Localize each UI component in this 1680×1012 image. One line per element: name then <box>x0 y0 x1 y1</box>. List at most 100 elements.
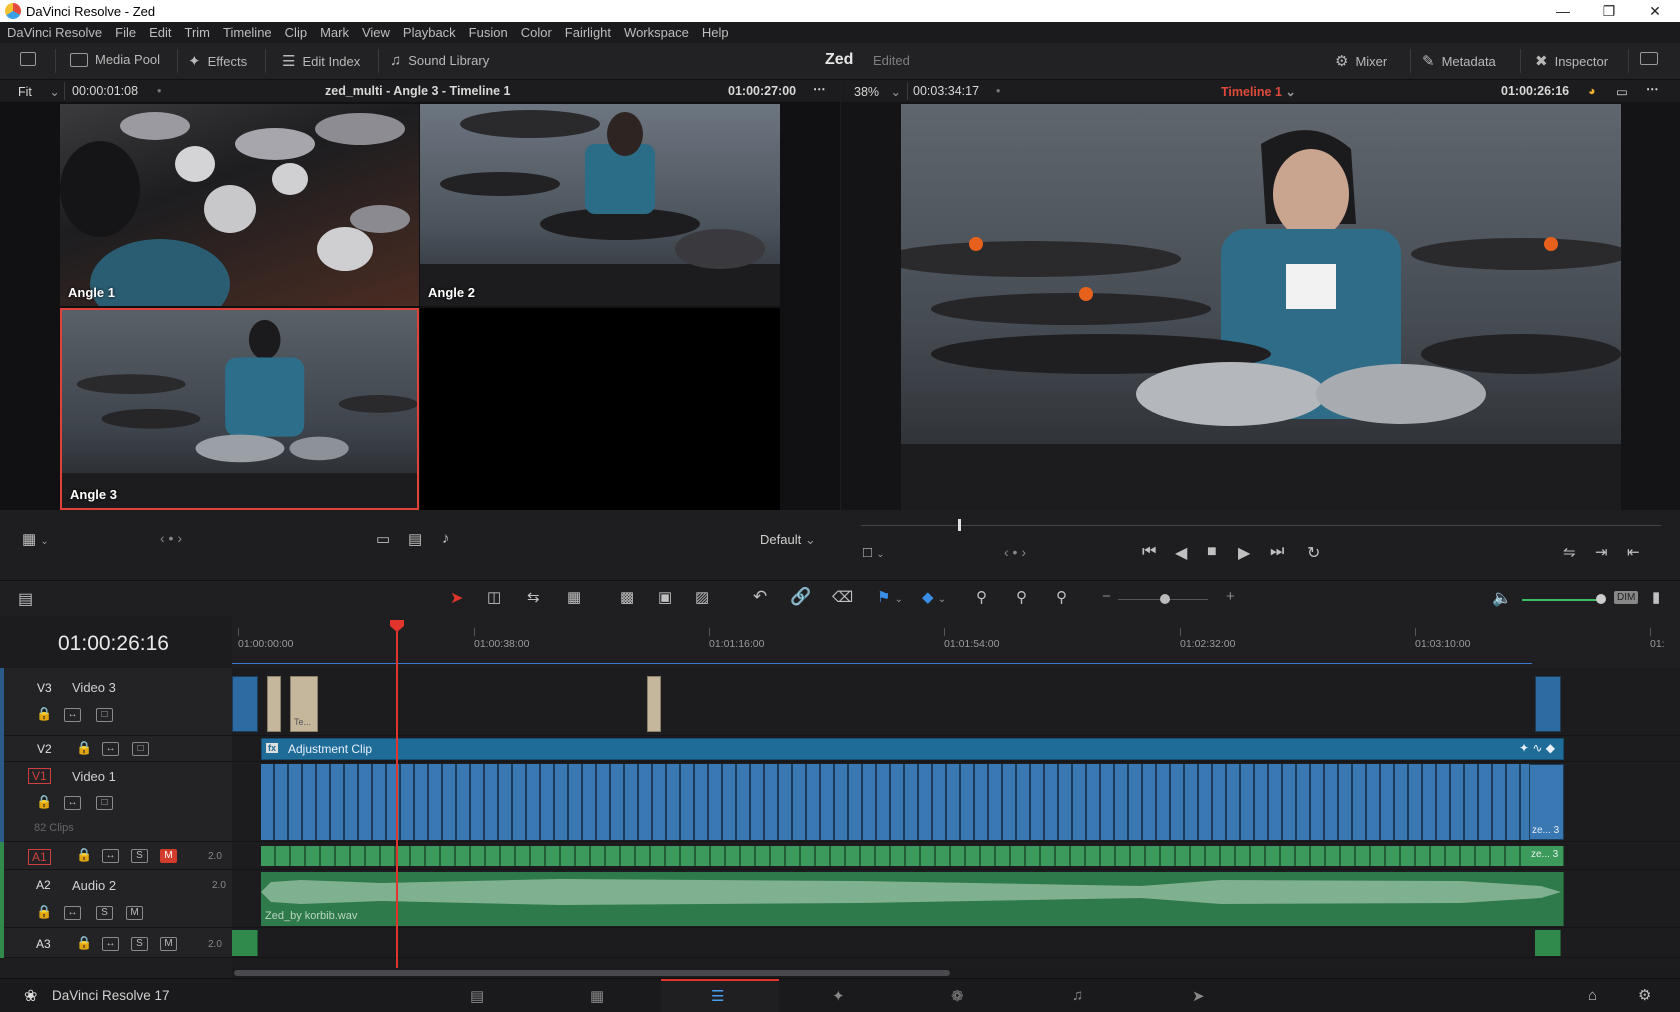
audio-only-icon[interactable]: ♪ <box>442 530 450 547</box>
menu-davinci[interactable]: DaVinci Resolve <box>7 25 102 40</box>
sound-library-button[interactable]: ♫ Sound Library <box>390 52 489 69</box>
auto-select-icon[interactable]: ↔ <box>64 906 81 920</box>
trim-tool-icon[interactable]: ◫ <box>487 588 501 606</box>
minimize-button[interactable]: — <box>1540 0 1586 22</box>
overwrite-clip-icon[interactable]: ▣ <box>658 588 672 606</box>
lock-icon[interactable]: 🔒 <box>36 904 52 920</box>
video-only-icon[interactable]: ▭ <box>376 530 390 548</box>
track-enable-icon[interactable]: □ <box>96 708 113 722</box>
track-id-a1[interactable]: A1 <box>28 849 51 865</box>
viewer-mode-icon[interactable]: ▭ <box>1616 84 1628 99</box>
timeline-selector[interactable]: Timeline 1 ⌄ <box>1221 84 1296 99</box>
clip-v3[interactable] <box>647 676 661 732</box>
clip-a3[interactable] <box>232 930 258 956</box>
home-icon[interactable]: ⌂ <box>1588 987 1597 1004</box>
program-options-icon[interactable]: ⋯ <box>1646 81 1659 96</box>
angle-prev-next[interactable]: ‹ • › <box>160 530 182 546</box>
cut-page-icon[interactable]: ▦ <box>590 987 604 1005</box>
auto-select-icon[interactable]: ↔ <box>102 849 119 863</box>
position-lock-icon[interactable]: ⌫ <box>832 588 853 606</box>
clip-v3[interactable] <box>232 676 258 732</box>
angle-2-tile[interactable]: Angle 2 <box>420 104 780 306</box>
timeline-scrollbar[interactable] <box>232 968 1680 978</box>
stop-icon[interactable]: ■ <box>1207 543 1217 561</box>
mute-button[interactable]: M <box>126 906 143 920</box>
flag-icon[interactable]: ⚑ ⌄ <box>877 588 903 606</box>
mute-button[interactable]: M <box>160 849 177 863</box>
go-to-end-icon[interactable]: ⏭ <box>1270 543 1284 561</box>
lock-icon[interactable]: 🔒 <box>36 794 52 810</box>
color-page-icon[interactable]: ❁ <box>951 987 964 1005</box>
menu-edit[interactable]: Edit <box>149 25 171 40</box>
menu-workspace[interactable]: Workspace <box>624 25 689 40</box>
auto-select-icon[interactable]: ↔ <box>64 708 81 722</box>
insert-clip-icon[interactable]: ▩ <box>620 588 634 606</box>
deliver-page-icon[interactable]: ➤ <box>1192 987 1205 1005</box>
dynamic-trim-icon[interactable]: ⇆ <box>527 588 540 606</box>
angle-3-tile-active[interactable]: Angle 3 <box>60 308 419 510</box>
mute-button[interactable]: M <box>160 937 177 951</box>
menu-fusion[interactable]: Fusion <box>469 25 508 40</box>
angle-1-tile[interactable]: Angle 1 <box>60 104 419 306</box>
zoom-slider-handle[interactable] <box>1160 594 1170 604</box>
program-zoom-select[interactable]: 38% ⌄ <box>854 84 901 99</box>
clip-a3[interactable] <box>1535 930 1561 956</box>
audio-1-clips[interactable] <box>261 846 1529 866</box>
blade-tool-icon[interactable]: ▦ <box>567 588 581 606</box>
program-prev-next[interactable]: ‹ • › <box>1004 544 1026 560</box>
video-1-clips[interactable] <box>261 764 1529 840</box>
zoom-detail-icon[interactable]: ⚲ <box>1016 588 1027 606</box>
color-sync-icon[interactable]: ◕ <box>1588 84 1596 98</box>
source-zoom-select[interactable]: Fit ⌄ <box>18 84 60 99</box>
auto-select-icon[interactable]: ↔ <box>64 796 81 810</box>
zoom-custom-icon[interactable]: ⚲ <box>1056 588 1067 606</box>
restore-button[interactable]: ❐ <box>1586 0 1632 22</box>
fusion-page-icon[interactable]: ✦ <box>832 987 845 1005</box>
dim-button[interactable]: DIM <box>1614 591 1639 604</box>
clip-v3[interactable] <box>267 676 281 732</box>
volume-icon[interactable]: 🔈 <box>1492 588 1512 608</box>
lock-icon[interactable]: 🔒 <box>76 847 92 863</box>
media-pool-button[interactable]: Media Pool <box>70 52 160 67</box>
clip-a1-end[interactable]: ze... 3 <box>1529 846 1564 866</box>
lock-icon[interactable]: 🔒 <box>76 935 92 951</box>
track-v3[interactable]: Te... <box>232 668 1680 736</box>
track-a2[interactable]: Zed_by korbib.wav <box>232 870 1680 928</box>
menu-help[interactable]: Help <box>702 25 729 40</box>
zoom-out-icon[interactable]: − <box>1102 588 1111 605</box>
scrollbar-thumb[interactable] <box>234 970 950 976</box>
menu-trim[interactable]: Trim <box>185 25 211 40</box>
solo-button[interactable]: S <box>96 906 113 920</box>
settings-gear-icon[interactable]: ⚙ <box>1638 986 1651 1004</box>
selection-tool-icon[interactable]: ➤ <box>450 588 463 608</box>
snapping-icon[interactable]: ↶ <box>753 587 767 607</box>
linked-selection-icon[interactable]: 🔗 <box>790 587 811 607</box>
clip-keyframe-icons[interactable]: ✦ ∿ ◆ <box>1519 741 1555 755</box>
track-v1[interactable]: ze... 3 <box>232 762 1680 842</box>
auto-select-icon[interactable]: ↔ <box>102 742 119 756</box>
effects-button[interactable]: ✦ Effects <box>188 52 247 70</box>
volume-slider[interactable] <box>1522 599 1602 601</box>
track-id-v1[interactable]: V1 <box>28 768 51 784</box>
auto-select-icon[interactable]: ↔ <box>102 937 119 951</box>
menu-file[interactable]: File <box>115 25 136 40</box>
menu-view[interactable]: View <box>362 25 390 40</box>
clip-v3-text[interactable]: Te... <box>290 676 318 732</box>
zoom-full-icon[interactable]: ⚲ <box>976 588 987 606</box>
panel-toggle-icon[interactable] <box>20 52 36 66</box>
track-a3[interactable] <box>232 928 1680 958</box>
edit-index-button[interactable]: ☰ Edit Index <box>282 52 360 70</box>
menu-timeline[interactable]: Timeline <box>223 25 272 40</box>
menu-clip[interactable]: Clip <box>285 25 307 40</box>
loop-icon[interactable]: ↻ <box>1307 543 1320 563</box>
track-a1[interactable]: ze... 3 <box>232 842 1680 870</box>
media-page-icon[interactable]: ▤ <box>470 987 484 1005</box>
timeline-ruler[interactable]: 01:00:00:00 01:00:38:00 01:01:16:00 01:0… <box>232 616 1680 668</box>
fullscreen-icon[interactable] <box>1640 52 1658 65</box>
next-edit-icon[interactable]: ⇥ <box>1595 543 1608 561</box>
menu-color[interactable]: Color <box>521 25 552 40</box>
fairlight-page-icon[interactable]: ♫ <box>1072 987 1083 1004</box>
marker-icon[interactable]: ◆ ⌄ <box>922 588 946 606</box>
layout-preset-select[interactable]: Default ⌄ <box>760 532 816 548</box>
audio-video-icon[interactable]: ▤ <box>408 530 422 548</box>
